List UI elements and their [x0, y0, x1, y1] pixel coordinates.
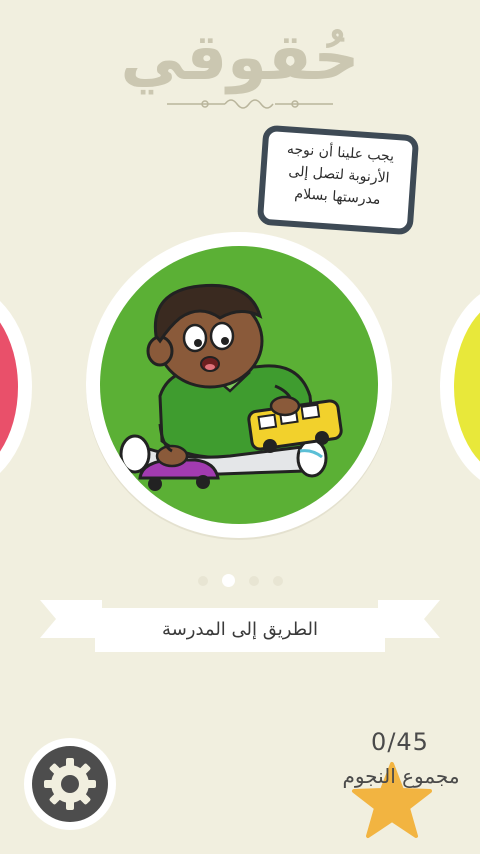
page-dot-1[interactable] [197, 576, 208, 586]
next-story-card[interactable] [440, 282, 480, 492]
bubble-text: يجب علينا أن نوجه الأرنوبة لتصل إلى مدرس… [286, 141, 395, 208]
boy-playing-cars-illustration [119, 283, 343, 491]
home-screen: حُقوقي يجب علينا أن نوجه الأرنوبة لتصل إ… [0, 0, 480, 854]
current-story-card[interactable] [86, 232, 392, 538]
page-dot-4[interactable] [272, 576, 283, 586]
carousel-page-indicator [0, 574, 480, 587]
next-story-card-fill [454, 296, 480, 478]
story-illustration [100, 246, 378, 524]
app-title: حُقوقي [120, 21, 360, 95]
previous-story-card-fill [0, 296, 18, 478]
stars-label: مجموع النجوم [342, 764, 460, 788]
title-ornament [167, 99, 333, 109]
stars-count: 0/45 [371, 728, 429, 756]
settings-button[interactable] [24, 738, 116, 830]
page-dot-3[interactable] [248, 576, 259, 586]
story-title[interactable]: الطريق إلى المدرسة [95, 608, 385, 652]
previous-story-card[interactable] [0, 282, 32, 492]
page-dot-2[interactable] [221, 574, 235, 587]
gear-icon [44, 758, 96, 810]
